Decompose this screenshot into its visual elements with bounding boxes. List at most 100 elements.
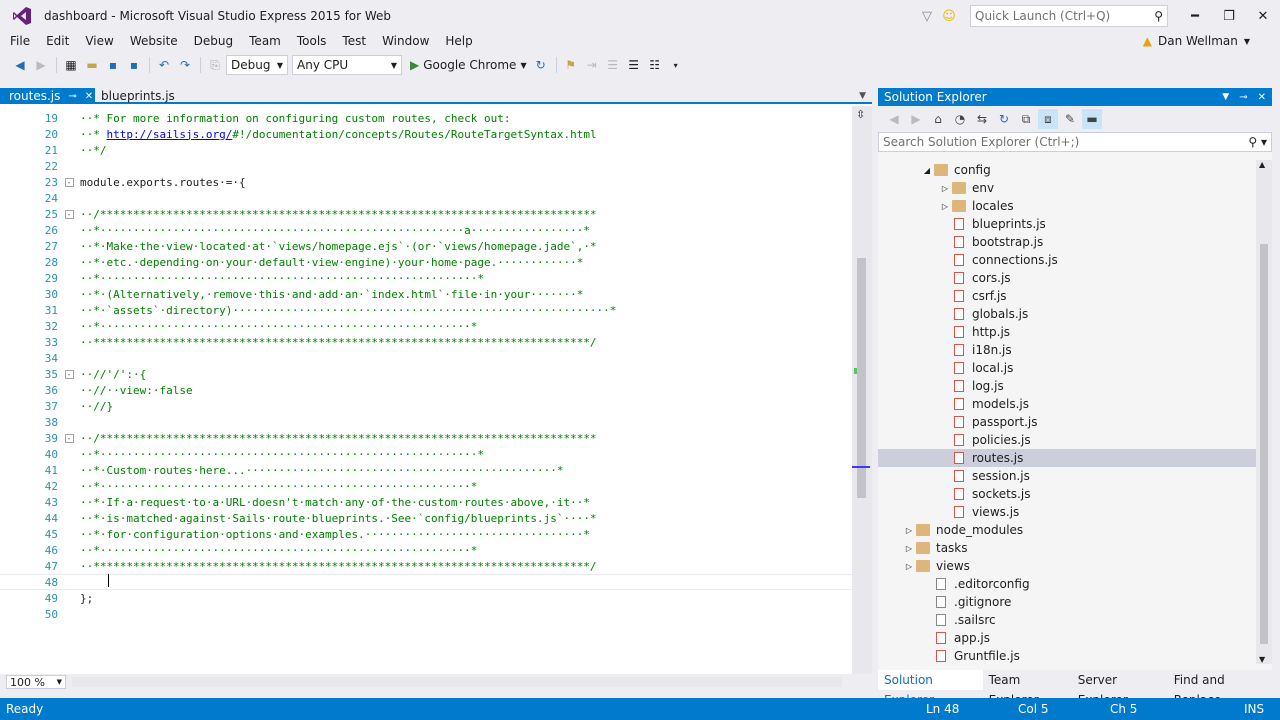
back-icon[interactable]: ◀ xyxy=(884,109,904,129)
scroll-down-icon[interactable]: ▼ xyxy=(1259,655,1265,664)
code-hyperlink[interactable]: http://sailsjs.org/ xyxy=(107,128,233,141)
solution-platform-select[interactable]: Any CPU ▼ xyxy=(292,55,402,75)
tree-item[interactable]: models.js xyxy=(878,395,1256,413)
expanded-arrow-icon[interactable]: ◢ xyxy=(920,166,934,175)
code-line[interactable]: 43 ··*·If·a·request·to·a·URL·doesn't·matc… xyxy=(0,494,852,510)
collapse-all-icon[interactable]: ⧉ xyxy=(1016,109,1036,129)
code-line[interactable]: 28 ··*·etc.·depending·on·your·default·vie… xyxy=(0,254,852,270)
tab-solution-explorer[interactable]: Solution Explorer xyxy=(878,670,983,707)
code-line[interactable]: 30 ··*·(Alternatively,·remove·this·and·ad… xyxy=(0,286,852,302)
undo-icon[interactable]: ↶ xyxy=(154,55,174,75)
restore-button[interactable]: ❐ xyxy=(1212,0,1246,32)
code-line[interactable]: 37 ··//} xyxy=(0,398,852,414)
code-line[interactable]: 33 ··************************************… xyxy=(0,334,852,350)
navigate-forward-icon[interactable]: ▶ xyxy=(31,55,51,75)
tree-item[interactable]: bootstrap.js xyxy=(878,233,1256,251)
tree-item[interactable]: log.js xyxy=(878,377,1256,395)
tab-team-explorer[interactable]: Team Explorer xyxy=(983,670,1072,707)
solution-explorer-scroll-thumb[interactable] xyxy=(1260,244,1268,644)
code-line[interactable]: 34 xyxy=(0,350,852,366)
refresh-icon[interactable]: ↻ xyxy=(994,109,1014,129)
close-icon[interactable]: ✕ xyxy=(1258,92,1266,103)
menu-window[interactable]: Window xyxy=(374,32,437,50)
close-button[interactable]: ✕ xyxy=(1246,0,1280,32)
code-line[interactable]: 41 ··*·Custom·routes·here...·············… xyxy=(0,462,852,478)
properties-icon[interactable]: ✎ xyxy=(1060,109,1080,129)
code-line[interactable]: 21 ··*/ xyxy=(0,142,852,158)
solution-explorer-scrollbar[interactable]: ▲ ▼ xyxy=(1256,160,1272,664)
collapse-region-icon[interactable]: - xyxy=(64,369,74,379)
code-line[interactable]: 27 ··*·Make·the·view·located·at·`views/ho… xyxy=(0,238,852,254)
collapse-region-icon[interactable]: - xyxy=(64,433,74,443)
menu-view[interactable]: View xyxy=(77,32,121,50)
collapse-region-icon[interactable]: - xyxy=(64,177,74,187)
code-line[interactable]: 19 ··* For more information on configurin… xyxy=(0,110,852,126)
indent-icon[interactable]: ☰ xyxy=(603,55,623,75)
tree-item[interactable]: local.js xyxy=(878,359,1256,377)
code-line[interactable]: 23- module.exports.routes·=·{ xyxy=(0,174,852,190)
tree-item[interactable]: globals.js xyxy=(878,305,1256,323)
code-line[interactable]: 45 ··*·for·configuration·options·and·exam… xyxy=(0,526,852,542)
editor-horizontal-scrollbar[interactable] xyxy=(72,677,842,687)
open-file-icon[interactable]: ▬ xyxy=(82,55,102,75)
preview-selected-icon[interactable]: ▬ xyxy=(1082,109,1102,129)
tree-item[interactable]: ▷ views xyxy=(878,557,1256,575)
code-line[interactable]: 38 xyxy=(0,414,852,430)
tree-item[interactable]: .sailsrc xyxy=(878,611,1256,629)
code-line[interactable]: 29 ··*···································… xyxy=(0,270,852,286)
tree-item[interactable]: .gitignore xyxy=(878,593,1256,611)
code-line[interactable]: 46 ··*···································… xyxy=(0,542,852,558)
scroll-up-icon[interactable]: ▲ xyxy=(1259,160,1265,169)
zoom-select[interactable]: 100 % ▼ xyxy=(6,675,66,689)
menu-team[interactable]: Team xyxy=(241,32,289,50)
tree-item[interactable]: ▷ node_modules xyxy=(878,521,1256,539)
menu-test[interactable]: Test xyxy=(334,32,374,50)
code-line[interactable]: 36 ··//··view:·false xyxy=(0,382,852,398)
code-line[interactable]: 22 xyxy=(0,158,852,174)
code-line[interactable]: 20 ··* http://sailsjs.org/#!/documentatio… xyxy=(0,126,852,142)
menu-file[interactable]: File xyxy=(0,32,38,50)
step-icon[interactable]: ⇥ xyxy=(582,55,602,75)
browser-link-icon[interactable]: ⚑ xyxy=(561,55,581,75)
code-line[interactable]: 26 ··*···································… xyxy=(0,222,852,238)
code-line[interactable]: 25- ··/**********************************… xyxy=(0,206,852,222)
expand-arrow-icon[interactable]: ▷ xyxy=(902,562,916,571)
home-icon[interactable]: ⌂ xyxy=(928,109,948,129)
code-text-area[interactable]: 19 ··* For more information on configurin… xyxy=(0,106,852,676)
window-position-icon[interactable]: ▼ xyxy=(1222,92,1229,103)
start-debugging-button[interactable]: ▶ Google Chrome ▼ xyxy=(406,58,531,72)
tab-routes-js[interactable]: routes.js ⊸ ✕ xyxy=(0,88,95,104)
pending-changes-filter-icon[interactable]: ◔ xyxy=(950,109,970,129)
collapse-region-icon[interactable]: - xyxy=(64,209,74,219)
redo-icon[interactable]: ↷ xyxy=(175,55,195,75)
forward-icon[interactable]: ▶ xyxy=(906,109,926,129)
pin-icon[interactable]: ⊸ xyxy=(68,91,76,102)
comment-out-icon[interactable]: ☰ xyxy=(624,55,644,75)
tree-item[interactable]: blueprints.js xyxy=(878,215,1256,233)
save-all-icon[interactable]: ▪ xyxy=(124,55,144,75)
tab-find-and-replace[interactable]: Find and Replace xyxy=(1168,670,1272,707)
tree-item[interactable]: .editorconfig xyxy=(878,575,1256,593)
tree-item[interactable]: app.js xyxy=(878,629,1256,647)
minimize-button[interactable]: ━ xyxy=(1178,0,1212,32)
new-project-icon[interactable]: ▦ xyxy=(61,55,81,75)
menu-debug[interactable]: Debug xyxy=(186,32,241,50)
expand-arrow-icon[interactable]: ▷ xyxy=(938,202,952,211)
tree-item[interactable]: views.js xyxy=(878,503,1256,521)
code-line[interactable]: 44 ··*·is·matched·against·Sails·route·blu… xyxy=(0,510,852,526)
code-line[interactable]: 50 xyxy=(0,606,852,622)
tree-item[interactable]: passport.js xyxy=(878,413,1256,431)
code-line[interactable]: 40 ··*···································… xyxy=(0,446,852,462)
menu-edit[interactable]: Edit xyxy=(38,32,77,50)
uncomment-icon[interactable]: ☷ xyxy=(645,55,665,75)
menu-tools[interactable]: Tools xyxy=(289,32,335,50)
notifications-filter-icon[interactable]: ▽ xyxy=(916,0,938,32)
toolbar-overflow-icon[interactable]: ▾ xyxy=(666,55,686,75)
code-line[interactable]: 42 ··*···································… xyxy=(0,478,852,494)
navigate-back-icon[interactable]: ◀ xyxy=(10,55,30,75)
code-line[interactable]: 48 xyxy=(0,574,852,590)
menu-help[interactable]: Help xyxy=(437,32,480,50)
feedback-smiley-icon[interactable]: ☺ xyxy=(938,0,960,32)
tree-item[interactable]: ▷ locales xyxy=(878,197,1256,215)
tree-item[interactable]: session.js xyxy=(878,467,1256,485)
